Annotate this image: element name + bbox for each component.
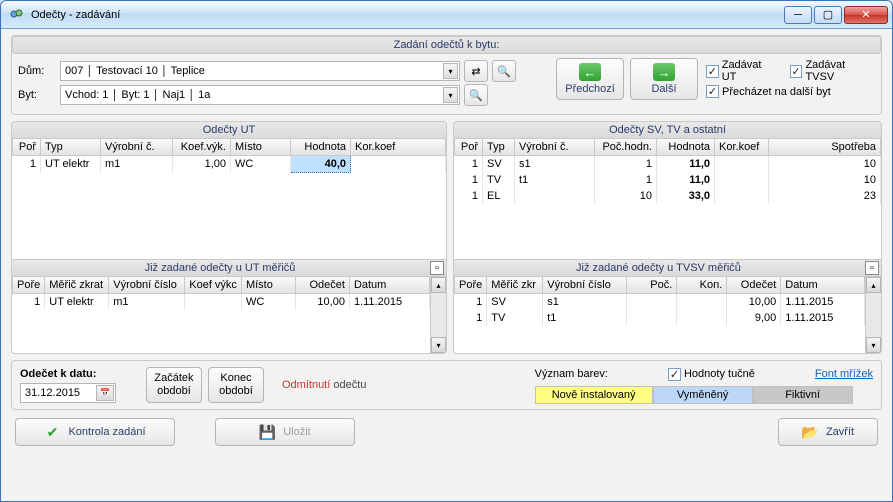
table-row[interactable]: 1 SV s1 10,00 1.11.2015 [455,294,865,311]
maximize-button[interactable]: ▢ [814,6,842,24]
col-typ[interactable]: Typ [41,139,101,156]
next-button[interactable]: → Další [630,58,698,100]
header-group: Zadání odečtů k bytu: Dům: 007 │ Testova… [11,35,882,115]
checkbox-prechazet[interactable]: ✓ Přecházet na další byt [706,85,875,98]
table-row[interactable]: 1 SV s1 1 11,0 10 [455,156,881,173]
check-input-button[interactable]: ✔ Kontrola zadání [15,418,175,446]
byt-value: Vchod: 1 │ Byt: 1 │ Naj1 │ 1a [65,89,443,101]
sv-sub-panel: Již zadané odečty u TVSV měřičů ▫ Poře M… [454,259,881,353]
dum-swap-button[interactable]: ⇄ [464,60,488,82]
close-window-button[interactable]: ✕ [844,6,888,24]
legend-fictive: Fiktivní [753,386,853,404]
col-por[interactable]: Poř [13,139,41,156]
window-title: Odečty - zadávání [31,9,784,21]
scroll-down-icon[interactable]: ▾ [431,337,446,353]
chevron-down-icon[interactable]: ▾ [443,63,458,79]
previous-label: Předchozí [565,83,615,95]
checkbox-icon: ✓ [668,368,681,381]
legend-label: Význam barev: [535,368,608,380]
legend-swapped: Vyměněný [653,386,753,404]
arrow-right-icon: → [653,63,675,81]
end-period-button[interactable]: Konec období [208,367,264,403]
reject-link[interactable]: Odmítnutí odečtu [282,379,366,391]
ut-pane-title: Odečty UT [12,122,446,139]
body: Zadání odečtů k bytu: Dům: 007 │ Testova… [1,29,892,501]
swap-icon: ⇄ [471,65,480,78]
table-row[interactable]: 1 EL 10 33,0 23 [455,188,881,204]
close-button[interactable]: 📂 Zavřít [778,418,878,446]
next-label: Další [651,83,676,95]
scroll-up-icon[interactable]: ▴ [431,277,446,293]
col-misto[interactable]: Místo [231,139,291,156]
app-icon [9,7,25,23]
checkbox-zadavat-tvsv[interactable]: ✓ Zadávat TVSV [790,59,875,83]
titlebar[interactable]: Odečty - zadávání ─ ▢ ✕ [1,1,892,29]
date-value: 31.12.2015 [25,387,96,399]
table-row[interactable]: 1 TV t1 9,00 1.11.2015 [455,310,865,326]
search-icon: 🔍 [497,65,511,78]
start-period-button[interactable]: Začátek období [146,367,202,403]
col-korkoef[interactable]: Kor.koef [351,139,446,156]
check-icon: ✔ [44,424,60,440]
checkbox-label: Přecházet na další byt [722,86,831,98]
sv-sub-table[interactable]: Poře Měřič zkr Výrobní číslo Poč. Kon. O… [454,277,865,326]
checkbox-icon: ✓ [706,65,719,78]
date-label: Odečet k datu: [20,368,140,380]
dum-label: Dům: [18,65,56,77]
arrow-left-icon: ← [579,63,601,81]
collapse-button[interactable]: ▫ [430,261,444,275]
col-hodnota[interactable]: Hodnota [291,139,351,156]
ut-pane: Odečty UT Poř Typ Výrobní č. Koef.výk. M… [11,121,447,354]
hodnota-active-cell[interactable]: 40,0 [291,156,351,173]
checkbox-label: Hodnoty tučně [684,368,755,380]
ut-sub-panel: Již zadané odečty u UT měřičů ▫ Poře Měř… [12,259,446,353]
date-picker[interactable]: 31.12.2015 📅 [20,383,116,403]
dum-search-button[interactable]: 🔍 [492,60,516,82]
table-row[interactable]: 1 UT elektr m1 WC 10,00 1.11.2015 [13,294,430,311]
collapse-button[interactable]: ▫ [865,261,879,275]
byt-combo[interactable]: Vchod: 1 │ Byt: 1 │ Naj1 │ 1a ▾ [60,85,460,105]
ut-sub-title: Již zadané odečty u UT měřičů [12,260,428,276]
scrollbar[interactable]: ▴ ▾ [865,277,881,353]
legend-new: Nově instalovaný [535,386,653,404]
sv-table[interactable]: Poř Typ Výrobní č. Poč.hodn. Hodnota Kor… [454,139,881,204]
checkbox-bold-values[interactable]: ✓ Hodnoty tučně [668,368,755,381]
search-icon: 🔍 [469,89,483,102]
sv-sub-title: Již zadané odečty u TVSV měřičů [454,260,863,276]
col-koefvyk[interactable]: Koef.výk. [173,139,231,156]
options-group: Odečet k datu: 31.12.2015 📅 Začátek obdo… [11,360,882,410]
checkbox-label: Zadávat TVSV [805,59,875,83]
font-grid-link[interactable]: Font mřížek [815,368,873,380]
sv-pane: Odečty SV, TV a ostatní Poř Typ Výrobní … [453,121,882,354]
checkbox-label: Zadávat UT [722,59,778,83]
chevron-down-icon[interactable]: ▾ [443,87,458,103]
dum-combo[interactable]: 007 │ Testovací 10 │ Teplice ▾ [60,61,460,81]
scrollbar[interactable]: ▴ ▾ [430,277,446,353]
previous-button[interactable]: ← Předchozí [556,58,624,100]
minimize-button[interactable]: ─ [784,6,812,24]
byt-search-button[interactable]: 🔍 [464,84,488,106]
folder-icon: 📂 [802,424,818,440]
table-row[interactable]: 1 UT elektr m1 1,00 WC 40,0 [13,156,446,173]
footer: ✔ Kontrola zadání 💾 Uložit 📂 Zavřít [11,410,882,446]
save-icon: 💾 [259,424,275,440]
col-vyrobni[interactable]: Výrobní č. [101,139,173,156]
scroll-up-icon[interactable]: ▴ [866,277,881,293]
checkbox-zadavat-ut[interactable]: ✓ Zadávat UT [706,59,778,83]
table-row[interactable]: 1 TV t1 1 11,0 10 [455,172,881,188]
save-button[interactable]: 💾 Uložit [215,418,355,446]
ut-table[interactable]: Poř Typ Výrobní č. Koef.výk. Místo Hodno… [12,139,446,173]
sv-pane-title: Odečty SV, TV a ostatní [454,122,881,139]
ut-sub-table[interactable]: Poře Měřič zkrat Výrobní číslo Koef výkc… [12,277,430,310]
checkbox-icon: ✓ [790,65,803,78]
header-group-title: Zadání odečtů k bytu: [12,36,881,54]
dum-value: 007 │ Testovací 10 │ Teplice [65,65,443,77]
calendar-icon[interactable]: 📅 [96,385,114,401]
scroll-down-icon[interactable]: ▾ [866,337,881,353]
app-window: Odečty - zadávání ─ ▢ ✕ Zadání odečtů k … [0,0,893,502]
checkbox-icon: ✓ [706,85,719,98]
byt-label: Byt: [18,89,56,101]
